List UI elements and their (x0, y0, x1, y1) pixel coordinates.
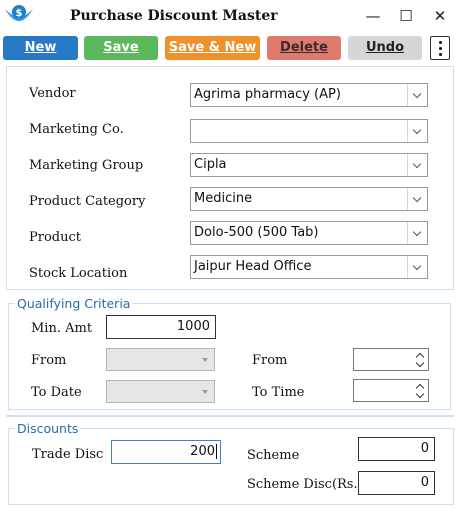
svg-text:$: $ (16, 8, 23, 19)
from-date-label: From (31, 353, 67, 368)
minimize-button[interactable]: — (358, 5, 388, 27)
stock-location-select[interactable]: Jaipur Head Office (190, 255, 428, 279)
new-button[interactable]: New (3, 36, 78, 60)
maximize-button[interactable]: ☐ (391, 5, 421, 27)
chevron-down-icon[interactable] (407, 256, 427, 278)
more-options-button[interactable] (430, 36, 450, 60)
min-amt-label: Min. Amt (31, 321, 93, 336)
more-dot-icon (439, 53, 442, 56)
vendor-value: Agrima pharmacy (AP) (194, 87, 341, 102)
close-button[interactable]: ✕ (425, 5, 455, 27)
scheme-label: Scheme (247, 448, 300, 463)
trade-disc-label: Trade Disc (32, 447, 104, 462)
window-title: Purchase Discount Master (70, 8, 278, 24)
more-dot-icon (439, 47, 442, 50)
marketing-co-select[interactable] (190, 119, 428, 143)
from-time-label: From (252, 353, 288, 368)
marketing-co-label: Marketing Co. (29, 122, 124, 137)
delete-button[interactable]: Delete (267, 36, 341, 60)
product-value: Dolo-500 (500 Tab) (194, 225, 319, 240)
product-category-select[interactable]: Medicine (190, 187, 428, 211)
scheme-disc-label: Scheme Disc(Rs.) (247, 477, 363, 492)
chevron-down-icon[interactable] (415, 358, 425, 368)
vendor-select[interactable]: Agrima pharmacy (AP) (190, 83, 428, 107)
save-and-new-button[interactable]: Save & New (165, 36, 260, 60)
vendor-label: Vendor (29, 86, 76, 101)
save-button[interactable]: Save (84, 36, 158, 60)
marketing-group-value: Cipla (194, 157, 227, 172)
chevron-down-icon[interactable] (415, 389, 425, 399)
discounts-legend: Discounts (17, 421, 79, 436)
chevron-down-icon[interactable] (407, 84, 427, 106)
scheme-input[interactable]: 0 (358, 437, 435, 461)
marketing-group-label: Marketing Group (29, 158, 144, 173)
min-amt-input[interactable]: 1000 (106, 315, 216, 339)
chevron-down-icon[interactable] (407, 188, 427, 210)
app-logo-icon: $ (5, 5, 33, 21)
qualifying-criteria-legend: Qualifying Criteria (17, 296, 131, 311)
chevron-down-icon[interactable] (407, 222, 427, 244)
trade-disc-input[interactable]: 200 (111, 440, 221, 464)
marketing-group-select[interactable]: Cipla (190, 153, 428, 177)
stock-location-label: Stock Location (29, 266, 128, 281)
trade-disc-value: 200 (190, 444, 217, 459)
chevron-down-icon[interactable] (407, 120, 427, 142)
to-time-spinner[interactable] (353, 379, 429, 402)
section-divider (6, 415, 454, 417)
to-time-label: To Time (252, 385, 305, 400)
product-category-value: Medicine (194, 191, 253, 206)
title-bar: $ Purchase Discount Master — ☐ ✕ (0, 0, 457, 34)
product-select[interactable]: Dolo-500 (500 Tab) (190, 221, 428, 245)
to-date-label: To Date (31, 385, 82, 400)
more-dot-icon (439, 41, 442, 44)
product-label: Product (29, 230, 81, 245)
to-date-picker[interactable] (106, 380, 215, 403)
chevron-down-icon[interactable] (407, 154, 427, 176)
undo-button[interactable]: Undo (348, 36, 422, 60)
from-date-picker[interactable] (106, 348, 215, 371)
from-time-spinner[interactable] (353, 348, 429, 371)
product-category-label: Product Category (29, 194, 146, 209)
scheme-disc-input[interactable]: 0 (358, 471, 435, 495)
stock-location-value: Jaipur Head Office (194, 259, 312, 274)
